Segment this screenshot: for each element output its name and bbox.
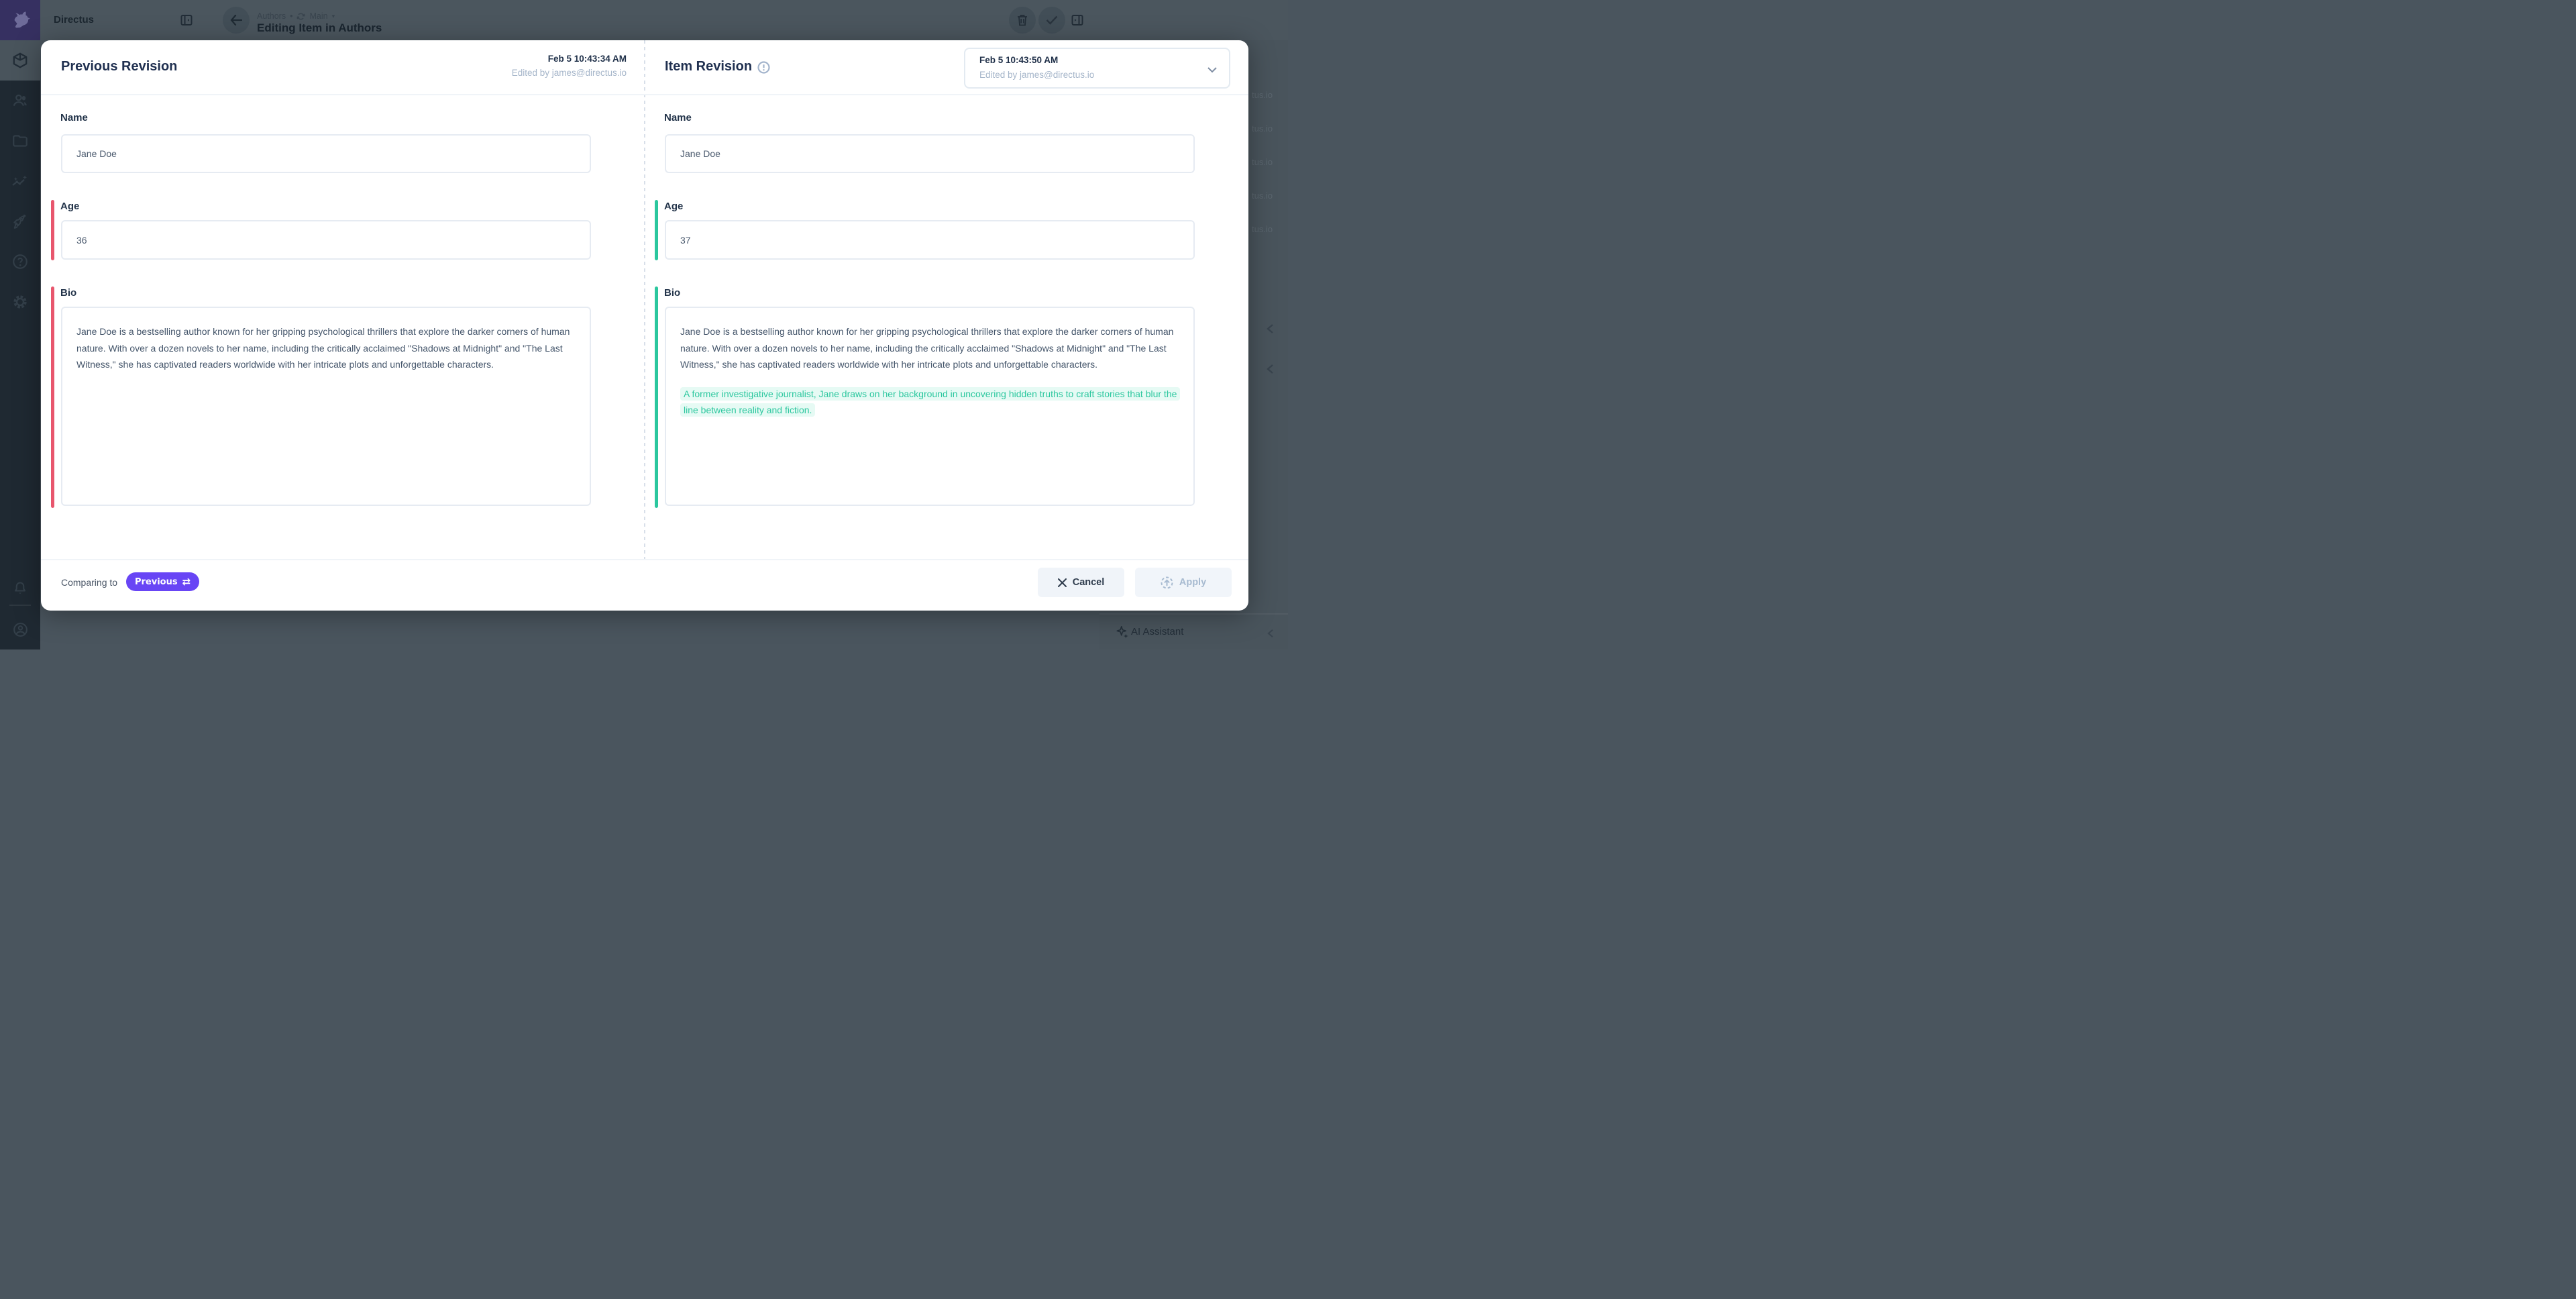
selected-revision-editor: Edited by james@directus.io — [979, 70, 1094, 80]
changed-field-marker-added — [655, 287, 658, 508]
changed-field-marker-removed — [51, 200, 54, 260]
bio-added-paragraph: A former investigative journalist, Jane … — [680, 386, 1179, 419]
project-name: Directus — [54, 0, 94, 40]
field-label-name: Name — [60, 112, 88, 123]
insights-chart-icon — [11, 172, 29, 190]
previous-revision-title: Previous Revision — [61, 59, 177, 74]
save-item-button[interactable] — [1038, 7, 1065, 34]
swap-icon: ⇄ — [182, 576, 191, 588]
top-app-bar: Directus Authors • Main ▾ Editing Item i… — [0, 0, 1288, 40]
users-icon — [11, 92, 29, 109]
apply-button[interactable]: Apply — [1135, 568, 1232, 597]
caret-down-icon[interactable]: ▾ — [332, 13, 335, 20]
selected-revision-timestamp: Feb 5 10:43:50 AM — [979, 55, 1058, 65]
field-label-age: Age — [60, 201, 79, 212]
previous-revision-timestamp: Feb 5 10:43:34 AM — [512, 52, 627, 66]
sparkle-icon — [1116, 625, 1130, 639]
revision-row-truncated[interactable]: tus.io — [1252, 191, 1273, 201]
delete-item-button[interactable] — [1009, 7, 1036, 34]
bio-paragraph: Jane Doe is a bestselling author known f… — [680, 326, 1173, 370]
changed-field-marker-removed — [51, 287, 54, 508]
help-icon — [11, 253, 29, 270]
revision-selector-dropdown[interactable]: Feb 5 10:43:50 AM Edited by james@direct… — [964, 48, 1230, 89]
section-collapse-chevron-icon[interactable] — [1267, 364, 1274, 374]
module-bar — [0, 40, 40, 650]
revision-row-truncated[interactable]: tus.io — [1252, 90, 1273, 100]
ai-assistant-row[interactable]: AI Assistant — [1099, 613, 1288, 650]
chevron-left-icon — [1267, 629, 1274, 638]
breadcrumb-dot: • — [290, 11, 292, 21]
previous-bio-value: Jane Doe is a bestselling author known f… — [61, 307, 591, 506]
field-label-bio: Bio — [664, 287, 680, 299]
module-help[interactable] — [0, 242, 40, 282]
breadcrumb-version[interactable]: Main — [309, 11, 327, 21]
apply-label: Apply — [1179, 577, 1206, 588]
previous-revision-editor: Edited by james@directus.io — [512, 66, 627, 80]
collapse-module-bar-icon[interactable] — [180, 14, 193, 26]
field-label-bio: Bio — [60, 287, 76, 299]
compare-target-button[interactable]: Previous ⇄ — [126, 572, 199, 591]
comparing-to-label: Comparing to — [61, 577, 117, 588]
header-divider — [41, 94, 1248, 95]
revision-row-truncated[interactable]: tus.io — [1252, 224, 1273, 234]
check-icon — [1046, 15, 1058, 25]
section-collapse-chevron-icon[interactable] — [1267, 323, 1274, 334]
footer-divider — [41, 559, 1248, 560]
open-right-panel-icon[interactable] — [1071, 14, 1083, 26]
version-icon — [297, 12, 305, 21]
module-bar-divider — [9, 605, 31, 606]
panel-divider-dashed — [644, 40, 645, 560]
current-name-value: Jane Doe — [665, 134, 1195, 173]
changed-field-marker-added — [655, 200, 658, 260]
back-button[interactable] — [223, 7, 250, 34]
revision-row-truncated[interactable]: tus.io — [1252, 123, 1273, 134]
module-rocket[interactable] — [0, 201, 40, 242]
gear-icon — [11, 293, 29, 311]
arrow-left-icon — [230, 15, 242, 25]
apply-upload-icon — [1161, 576, 1173, 589]
bell-icon — [12, 580, 28, 596]
module-file-library[interactable] — [0, 121, 40, 161]
field-label-name: Name — [664, 112, 692, 123]
breadcrumb: Authors • Main ▾ — [257, 11, 335, 21]
cancel-label: Cancel — [1073, 577, 1105, 588]
module-insights[interactable] — [0, 161, 40, 201]
rocket-icon — [11, 213, 29, 230]
folder-icon — [11, 132, 29, 150]
revision-row-truncated[interactable]: tus.io — [1252, 157, 1273, 167]
info-icon[interactable] — [757, 61, 770, 74]
breadcrumb-collection[interactable]: Authors — [257, 11, 286, 21]
module-content[interactable] — [0, 40, 40, 81]
previous-revision-meta: Feb 5 10:43:34 AM Edited by james@direct… — [512, 52, 627, 80]
chevron-down-icon — [1208, 67, 1217, 73]
module-settings[interactable] — [0, 282, 40, 322]
bio-paragraph: Jane Doe is a bestselling author known f… — [76, 326, 570, 370]
current-bio-value: Jane Doe is a bestselling author known f… — [665, 307, 1195, 506]
directus-logo[interactable] — [0, 0, 40, 40]
notifications-button[interactable] — [0, 568, 40, 609]
account-button[interactable] — [0, 609, 40, 650]
trash-icon — [1017, 14, 1028, 26]
previous-name-value: Jane Doe — [61, 134, 591, 173]
page-title: Editing Item in Authors — [257, 21, 382, 35]
cancel-button[interactable]: Cancel — [1038, 568, 1124, 597]
compare-target-label: Previous — [135, 577, 178, 587]
previous-age-value: 36 — [61, 220, 591, 260]
ai-assistant-label: AI Assistant — [1131, 615, 1183, 650]
account-circle-icon — [12, 621, 29, 638]
field-label-age: Age — [664, 201, 683, 212]
item-revision-title: Item Revision — [665, 59, 752, 74]
close-icon — [1058, 578, 1067, 587]
directus-rabbit-icon — [8, 8, 32, 32]
module-user-directory[interactable] — [0, 81, 40, 121]
current-age-value: 37 — [665, 220, 1195, 260]
revision-compare-modal: Previous Revision Feb 5 10:43:34 AM Edit… — [41, 40, 1248, 611]
content-cube-icon — [11, 52, 29, 69]
